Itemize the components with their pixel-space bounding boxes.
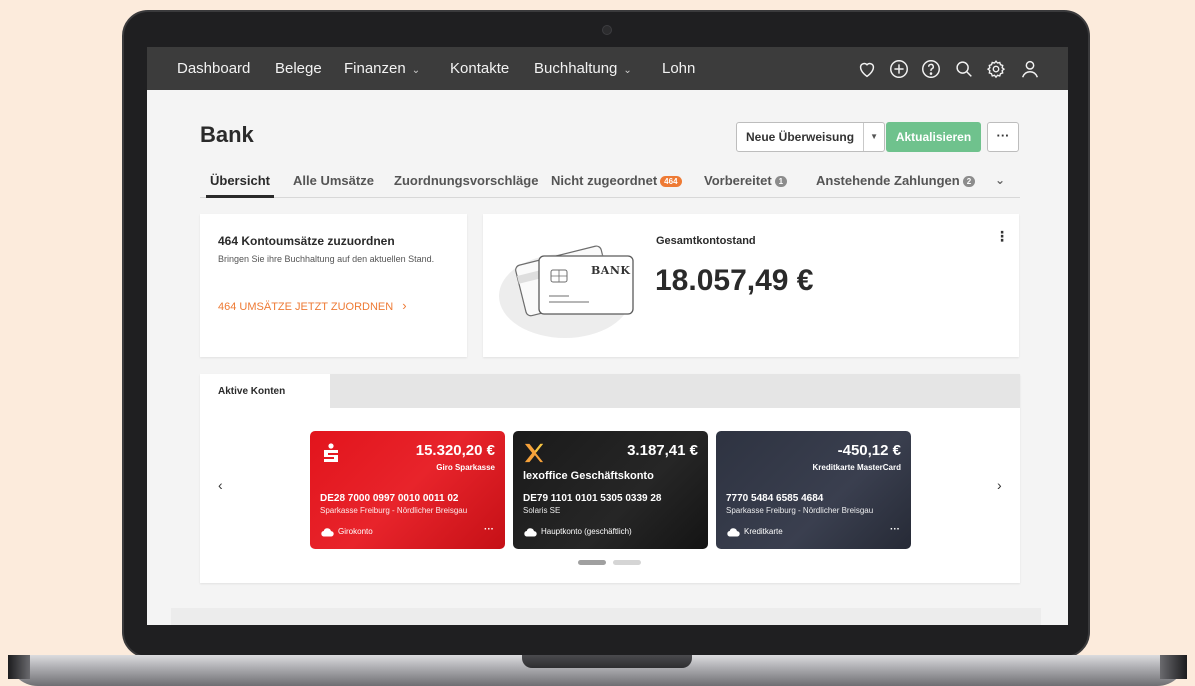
more-actions-button[interactable]: ··· xyxy=(987,122,1019,152)
plus-circle-icon[interactable] xyxy=(888,58,910,80)
account-type: Girokonto xyxy=(338,527,373,536)
accounts-tabbar: Aktive Konten xyxy=(200,374,1020,408)
pagination-dot-active[interactable] xyxy=(578,560,606,565)
tab-anstehende-zahlungen[interactable]: Anstehende Zahlungen 2 xyxy=(816,173,976,198)
laptop-base-edge-right xyxy=(1160,655,1187,679)
account-institute: Solaris SE xyxy=(523,506,561,515)
heart-icon[interactable] xyxy=(856,58,878,80)
tab-alle-umsaetze[interactable]: Alle Umsätze xyxy=(293,173,374,198)
camera-icon xyxy=(602,25,612,35)
account-balance: 3.187,41 € xyxy=(627,442,698,459)
caret-down-icon[interactable]: ▼ xyxy=(864,123,884,151)
account-card-giro[interactable]: 15.320,20 € Giro Sparkasse DE28 7000 099… xyxy=(310,431,505,549)
carousel-prev-icon[interactable]: ‹ xyxy=(218,477,223,493)
content-footer xyxy=(171,608,1041,625)
laptop-base-edge-left xyxy=(8,655,30,679)
nav-item-kontakte[interactable]: Kontakte xyxy=(450,47,509,90)
account-type: Kreditkarte xyxy=(744,527,783,536)
page-title: Bank xyxy=(200,122,254,147)
tabs-more-chevron-icon[interactable]: ⌄ xyxy=(995,173,1005,198)
illustration-bank-label: BANK xyxy=(591,264,631,277)
total-balance-label: Gesamtkontostand xyxy=(656,235,756,247)
cloud-icon xyxy=(321,528,334,537)
lexoffice-logo-icon xyxy=(524,443,544,463)
main-content: Bank Neue Überweisung ▼ Aktualisieren ··… xyxy=(147,90,1068,625)
account-iban: 7770 5484 6585 4684 xyxy=(726,493,824,504)
nav-item-dashboard[interactable]: Dashboard xyxy=(177,47,250,90)
refresh-button[interactable]: Aktualisieren xyxy=(886,122,981,152)
nav-item-belege[interactable]: Belege xyxy=(275,47,322,90)
account-type: Hauptkonto (geschäftlich) xyxy=(541,527,632,536)
chevron-right-icon: › xyxy=(402,298,407,313)
tab-nicht-zugeordnet[interactable]: Nicht zugeordnet 464 xyxy=(551,173,682,198)
tab-label: Nicht zugeordnet xyxy=(551,173,658,188)
assign-transactions-link[interactable]: 464 UMSÄTZE JETZT ZUORDNEN › xyxy=(218,298,407,313)
bank-card-illustration: BANK xyxy=(497,226,647,338)
account-card-creditcard[interactable]: -450,12 € Kreditkarte MasterCard 7770 54… xyxy=(716,431,911,549)
laptop-notch xyxy=(522,655,692,668)
account-subtitle: Kreditkarte MasterCard xyxy=(812,463,901,472)
account-menu-button[interactable]: ··· xyxy=(484,524,494,535)
nav-item-lohn[interactable]: Lohn xyxy=(662,47,695,90)
total-balance-card: BANK Gesamtkontostand 18.057,49 € ⋮ xyxy=(483,214,1019,357)
new-transfer-button[interactable]: Neue Überweisung xyxy=(737,123,865,151)
new-transfer-split-button: Neue Überweisung ▼ xyxy=(736,122,886,152)
chevron-down-icon: ⌄ xyxy=(411,65,421,76)
tab-label: Zuordnungsvorschläge xyxy=(394,173,539,188)
chevron-down-icon: ⌄ xyxy=(623,65,632,76)
cloud-icon xyxy=(727,528,740,537)
nav-item-label: Kontakte xyxy=(450,60,510,77)
active-accounts-panel: Aktive Konten ‹ › 15.320,20 € Giro Spark… xyxy=(200,374,1020,583)
account-balance: 15.320,20 € xyxy=(415,442,495,459)
app-screen: Dashboard Belege Finanzen ⌄ Kontakte Buch… xyxy=(147,47,1068,625)
count-badge: 2 xyxy=(962,176,976,187)
cloud-icon xyxy=(524,528,537,537)
account-card-lexoffice[interactable]: 3.187,41 € lexoffice Geschäftskonto DE79… xyxy=(513,431,708,549)
total-balance-amount: 18.057,49 € xyxy=(655,264,814,297)
assign-link-label: 464 UMSÄTZE JETZT ZUORDNEN xyxy=(218,301,394,313)
tab-label: Vorbereitet xyxy=(704,173,772,188)
tab-label: Anstehende Zahlungen xyxy=(816,173,960,188)
card-menu-icon[interactable]: ⋮ xyxy=(995,228,1009,245)
account-balance: -450,12 € xyxy=(837,442,901,459)
nav-item-finanzen[interactable]: Finanzen ⌄ xyxy=(344,47,420,90)
top-nav: Dashboard Belege Finanzen ⌄ Kontakte Buch… xyxy=(147,47,1068,90)
tab-active-accounts[interactable]: Aktive Konten xyxy=(200,374,330,408)
account-iban: DE79 1101 0101 5305 0339 28 xyxy=(523,493,662,504)
pagination-dot[interactable] xyxy=(613,560,641,565)
tab-uebersicht[interactable]: Übersicht xyxy=(206,173,274,198)
bank-tabs: Übersicht Alle Umsätze Zuordnungsvorschl… xyxy=(200,173,1020,198)
account-institute: Sparkasse Freiburg - Nördlicher Breisgau xyxy=(320,506,468,515)
tab-vorbereitet[interactable]: Vorbereitet 1 xyxy=(704,173,788,198)
account-institute: Sparkasse Freiburg - Nördlicher Breisgau xyxy=(726,506,874,515)
nav-item-label: Finanzen xyxy=(344,60,406,77)
assign-card-description: Bringen Sie ihre Buchhaltung auf den akt… xyxy=(218,254,435,264)
carousel-next-icon[interactable]: › xyxy=(997,477,1002,493)
account-name: lexoffice Geschäftskonto xyxy=(523,470,654,482)
nav-item-label: Buchhaltung xyxy=(534,60,618,77)
sparkasse-logo-icon xyxy=(324,443,338,462)
tab-label: Übersicht xyxy=(210,173,270,188)
count-badge: 1 xyxy=(774,176,788,187)
nav-item-buchhaltung[interactable]: Buchhaltung ⌄ xyxy=(534,47,632,90)
nav-item-label: Dashboard xyxy=(177,60,251,77)
count-badge: 464 xyxy=(660,176,682,187)
tab-label: Alle Umsätze xyxy=(293,173,374,188)
account-iban: DE28 7000 0997 0010 0011 02 xyxy=(320,493,459,504)
tab-zuordnungsvorschlaege[interactable]: Zuordnungsvorschläge xyxy=(394,173,538,198)
nav-item-label: Belege xyxy=(275,60,322,77)
help-icon[interactable] xyxy=(920,58,942,80)
account-subtitle: Giro Sparkasse xyxy=(436,463,495,472)
assign-transactions-card: 464 Kontoumsätze zuzuordnen Bringen Sie … xyxy=(200,214,467,357)
nav-item-label: Lohn xyxy=(662,60,696,77)
assign-card-title: 464 Kontoumsätze zuzuordnen xyxy=(218,234,395,248)
settings-icon[interactable] xyxy=(985,58,1007,80)
user-icon[interactable] xyxy=(1019,58,1041,80)
search-icon[interactable] xyxy=(953,58,975,80)
account-menu-button[interactable]: ··· xyxy=(890,524,900,535)
